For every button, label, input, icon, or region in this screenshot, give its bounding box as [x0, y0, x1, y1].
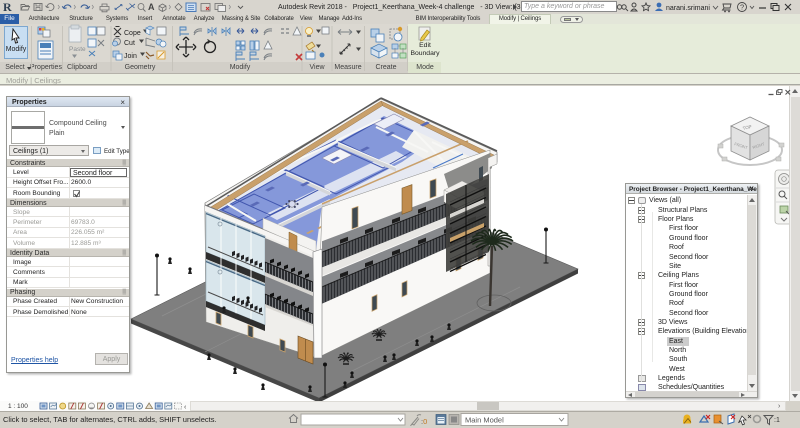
svg-text:A: A: [148, 2, 155, 12]
svg-text:Paste: Paste: [69, 46, 86, 53]
svg-text::0: :0: [421, 417, 427, 426]
svg-text:‹: ‹: [184, 404, 187, 411]
svg-text:R: R: [3, 0, 12, 14]
svg-text:Cut: Cut: [124, 40, 135, 47]
svg-text:Main Model: Main Model: [465, 416, 504, 425]
svg-text:Cope: Cope: [124, 30, 141, 37]
svg-text::1: :1: [774, 417, 780, 424]
svg-text:narani.srimani: narani.srimani: [666, 5, 710, 12]
svg-text:?: ?: [740, 3, 744, 12]
svg-text:Join: Join: [124, 53, 137, 60]
